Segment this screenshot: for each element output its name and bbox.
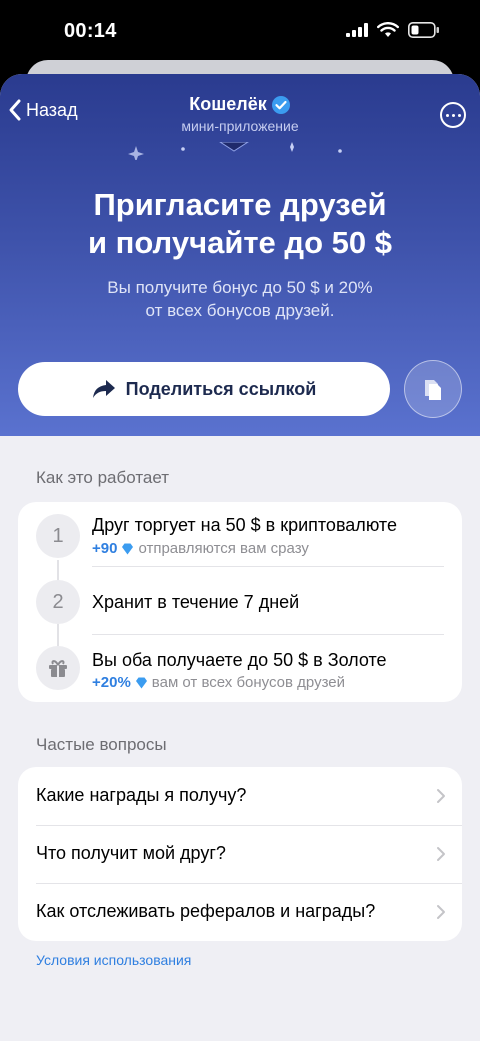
status-icons [346, 22, 440, 38]
hero-subtitle-line-1: Вы получите бонус до 50 $ и 20% [107, 278, 373, 297]
faq-title: Частые вопросы [36, 735, 167, 754]
copy-link-button[interactable] [404, 360, 462, 418]
share-link-label: Поделиться ссылкой [125, 378, 317, 399]
step-3-amount: +20% [92, 674, 131, 691]
chevron-right-icon [437, 905, 445, 919]
copy-icon [425, 380, 441, 400]
status-time: 00:14 [64, 20, 117, 42]
step-1-amount: +90 [92, 540, 118, 557]
faq-item[interactable]: Какие награды я получу? [18, 767, 462, 825]
step-2-badge: 2 [36, 580, 80, 624]
chevron-right-icon [437, 789, 445, 803]
share-arrow-icon [92, 380, 115, 398]
hero-banner: Назад Кошелёк мини-приложение Пригласите… [0, 74, 480, 436]
faq-item-label: Как отслеживать рефералов и награды? [36, 901, 376, 921]
step-2-title: Хранит в течение 7 дней [92, 592, 300, 612]
nav-title-block: Кошелёк мини-приложение [0, 94, 480, 134]
faq-item-label: Что получит мой друг? [36, 843, 226, 863]
hero-subtitle: Вы получите бонус до 50 $ и 20% от всех … [0, 276, 480, 322]
nav-bar: Назад Кошелёк мини-приложение [0, 74, 480, 146]
status-bar: 00:14 [0, 0, 480, 62]
faq-item[interactable]: Как отслеживать рефералов и награды? [18, 883, 462, 941]
mini-app-sheet: Назад Кошелёк мини-приложение Пригласите… [0, 74, 480, 1041]
share-link-button[interactable]: Поделиться ссылкой [18, 362, 390, 416]
divider [92, 566, 444, 567]
step-3-title: Вы оба получаете до 50 $ в Золоте [92, 650, 387, 670]
hero-title: Пригласите друзей и получайте до 50 $ [0, 186, 480, 262]
step-1-note-text: отправляются вам сразу [138, 540, 309, 557]
diamond-icon [122, 543, 134, 554]
cellular-icon [346, 23, 368, 37]
step-1-note: +90 отправляются вам сразу [92, 540, 309, 557]
how-it-works-title: Как это работает [36, 468, 170, 487]
wifi-icon [377, 22, 399, 37]
step-1-badge: 1 [36, 514, 80, 558]
chevron-right-icon [437, 847, 445, 861]
more-button[interactable] [440, 102, 466, 128]
faq-item-label: Какие награды я получу? [36, 785, 247, 805]
hero-illustration [128, 142, 342, 160]
step-connector [57, 624, 59, 648]
hero-title-line-1: Пригласите друзей [93, 187, 387, 222]
faq-item[interactable]: Что получит мой друг? [18, 825, 462, 883]
step-3-note: +20% вам от всех бонусов друзей [92, 674, 345, 691]
nav-title: Кошелёк [189, 94, 267, 114]
terms-link[interactable]: Условия использования [36, 952, 191, 968]
diamond-icon [135, 677, 147, 688]
step-1-title: Друг торгует на 50 $ в криптовалюте [92, 515, 397, 535]
how-it-works-card: 1 Друг торгует на 50 $ в криптовалюте +9… [18, 502, 462, 702]
divider [92, 634, 444, 635]
battery-icon [408, 22, 439, 38]
hero-title-line-2: и получайте до 50 $ [88, 225, 392, 260]
nav-subtitle: мини-приложение [181, 118, 299, 134]
faq-card: Какие награды я получу? Что получит мой … [18, 767, 462, 941]
step-3-note-text: вам от всех бонусов друзей [151, 674, 346, 691]
gift-icon [49, 660, 67, 677]
verified-badge-icon [271, 95, 290, 114]
hero-subtitle-line-2: от всех бонусов друзей. [145, 301, 335, 320]
more-icon [445, 113, 449, 117]
step-3-badge [36, 646, 80, 690]
